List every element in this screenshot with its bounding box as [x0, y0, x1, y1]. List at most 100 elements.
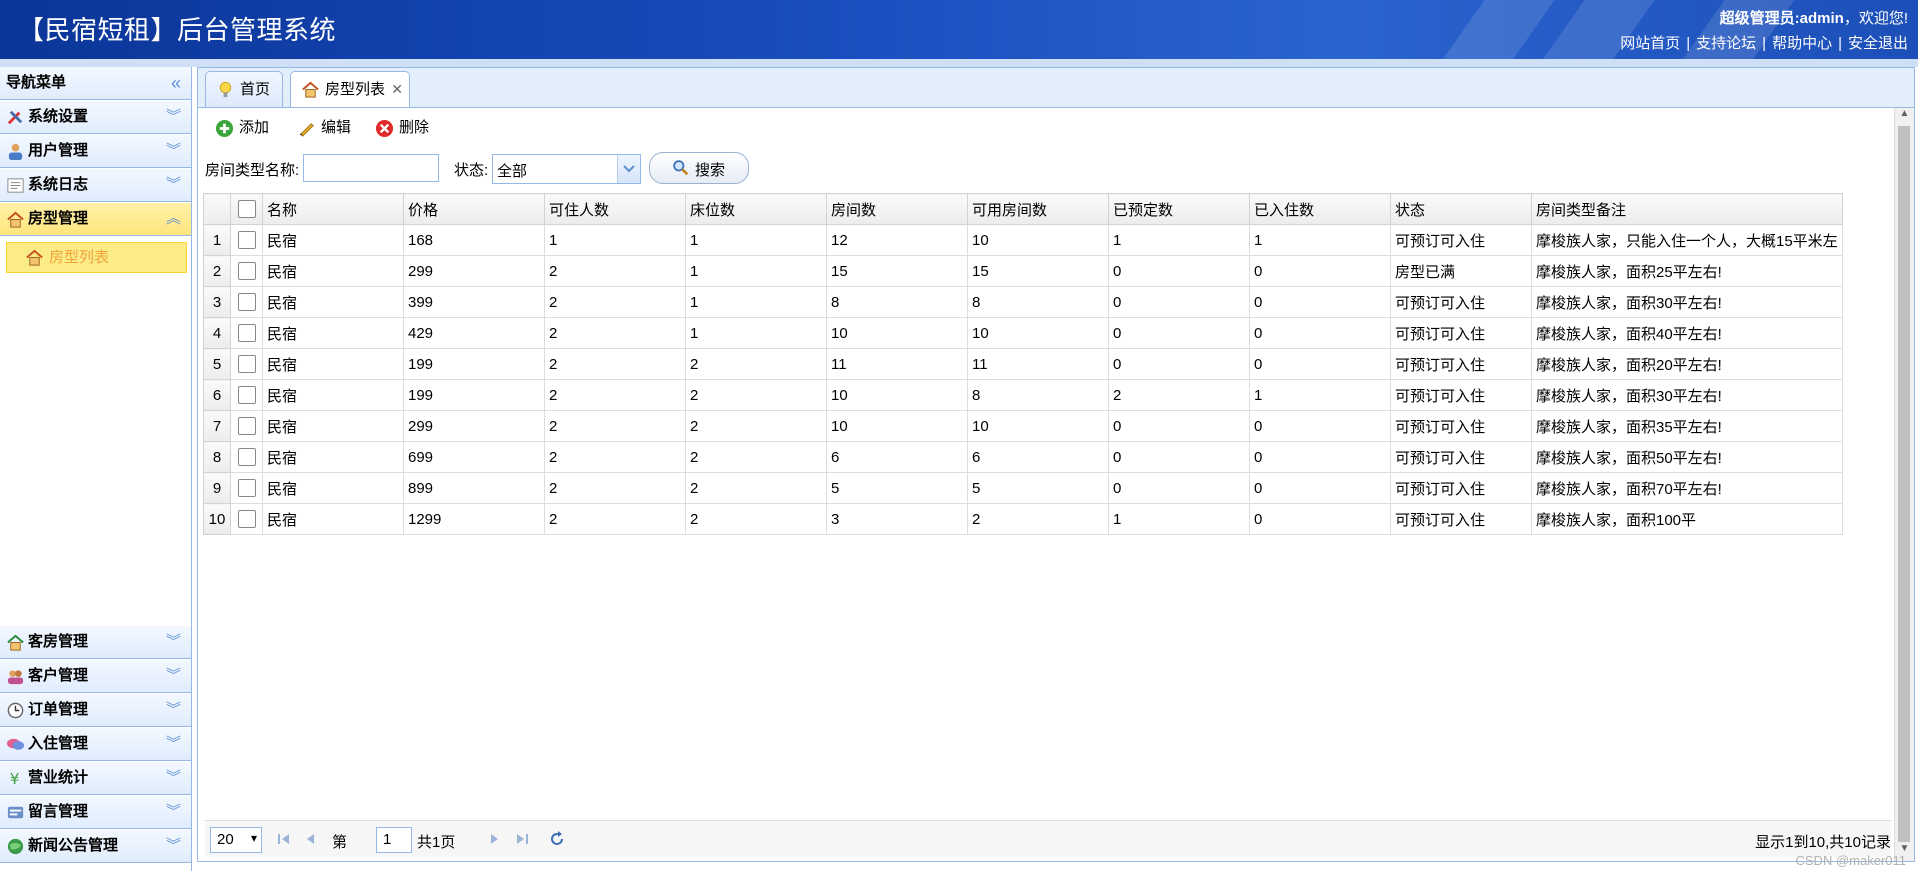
sidebar-item-system-settings[interactable]: 系统设置 ︾ [0, 101, 191, 134]
forum-link[interactable]: 支持论坛 [1696, 35, 1756, 52]
row-checkbox[interactable] [237, 231, 256, 250]
tab-label: 房型列表 [325, 81, 386, 98]
column-header[interactable]: 房间类型备注 [1531, 193, 1843, 225]
row-number: 6 [203, 379, 231, 411]
table-cell: 2 [544, 503, 686, 535]
column-header[interactable]: 状态 [1390, 193, 1532, 225]
column-header[interactable]: 名称 [262, 193, 404, 225]
tab-room-type-list[interactable]: 房型列表 ✕ [290, 71, 410, 108]
table-cell: 0 [1249, 410, 1391, 442]
table-cell: 3 [826, 503, 968, 535]
previous-page-icon[interactable] [302, 830, 320, 848]
delete-button[interactable]: 删除 [375, 115, 445, 141]
column-header[interactable]: 价格 [403, 193, 545, 225]
tab-strip: 首页 房型列表 ✕ [197, 67, 1915, 108]
close-icon[interactable]: ✕ [391, 72, 403, 107]
table-row[interactable]: 7 民宿 299 2 2 10 10 0 0 可预订可入住 摩梭族人家，面积35平左右! [203, 410, 1843, 442]
sidebar-item-room-type-management[interactable]: 房型管理 ︽ [0, 203, 191, 236]
search-button[interactable]: 搜索 [649, 152, 749, 184]
row-number: 1 [203, 224, 231, 256]
sidebar-item-checkin-management[interactable]: 入住管理 ︾ [0, 728, 191, 761]
table-row[interactable]: 4 民宿 429 2 1 10 10 0 0 可预订可入住 摩梭族人家，面积40平左右! [203, 317, 1843, 349]
row-checkbox[interactable] [237, 510, 256, 529]
first-page-icon[interactable] [275, 830, 293, 848]
chevron-up-icon: ︽ [165, 210, 181, 227]
select-all-checkbox[interactable] [237, 200, 256, 219]
svg-text:¥: ¥ [10, 770, 20, 788]
vertical-scrollbar[interactable]: ▲ ▼ [1894, 108, 1914, 861]
table-cell: 299 [403, 410, 545, 442]
table-cell: 8 [967, 379, 1109, 411]
table-row[interactable]: 5 民宿 199 2 2 11 11 0 0 可预订可入住 摩梭族人家，面积20平左右! [203, 348, 1843, 380]
row-checkbox-cell [230, 317, 263, 349]
column-header[interactable]: 可用房间数 [967, 193, 1109, 225]
column-header[interactable]: 已入住数 [1249, 193, 1391, 225]
sidebar-item-label: 营业统计 [28, 769, 89, 786]
row-checkbox[interactable] [237, 324, 256, 343]
row-number: 9 [203, 472, 231, 504]
scrollbar-thumb[interactable] [1898, 126, 1910, 842]
select-all-checkbox-cell [230, 193, 263, 225]
table-row[interactable]: 3 民宿 399 2 1 8 8 0 0 可预订可入住 摩梭族人家，面积30平左右! [203, 286, 1843, 318]
logout-link[interactable]: 安全退出 [1848, 35, 1908, 52]
header-divider [0, 59, 1918, 67]
table-cell: 1 [1108, 224, 1250, 256]
table-cell: 民宿 [262, 255, 404, 287]
page-size-select[interactable]: 20 ▾ [210, 827, 262, 853]
sidebar-item-order-management[interactable]: 订单管理 ︾ [0, 694, 191, 727]
tab-home[interactable]: 首页 [205, 71, 283, 107]
table-row[interactable]: 6 民宿 199 2 2 10 8 2 1 可预订可入住 摩梭族人家，面积30平左右! [203, 379, 1843, 411]
row-checkbox-cell [230, 224, 263, 256]
table-cell: 0 [1108, 255, 1250, 287]
row-checkbox[interactable] [237, 417, 256, 436]
add-button[interactable]: 添加 [215, 115, 285, 141]
page-number-input[interactable]: 1 [376, 827, 412, 853]
table-row[interactable]: 9 民宿 899 2 2 5 5 0 0 可预订可入住 摩梭族人家，面积70平左右! [203, 472, 1843, 504]
room-type-name-input[interactable] [303, 154, 439, 182]
sidebar-item-business-statistics[interactable]: ¥ 营业统计 ︾ [0, 762, 191, 795]
table-cell: 可预订可入住 [1390, 410, 1532, 442]
sidebar-item-label: 系统日志 [28, 176, 89, 193]
table-row[interactable]: 10 民宿 1299 2 2 3 2 1 0 可预订可入住 摩梭族人家，面积100平 [203, 503, 1843, 535]
sidebar-item-message-management[interactable]: 留言管理 ︾ [0, 796, 191, 829]
add-icon [215, 119, 234, 138]
column-header[interactable]: 床位数 [685, 193, 827, 225]
status-select[interactable]: 全部 [492, 154, 641, 184]
row-checkbox[interactable] [237, 448, 256, 467]
table-row[interactable]: 8 民宿 699 2 2 6 6 0 0 可预订可入住 摩梭族人家，面积50平左右! [203, 441, 1843, 473]
sidebar-subitem-room-type-list[interactable]: 房型列表 [6, 242, 187, 273]
home-site-link[interactable]: 网站首页 [1620, 35, 1680, 52]
column-header[interactable]: 可住人数 [544, 193, 686, 225]
row-checkbox[interactable] [237, 293, 256, 312]
welcome-text: 超级管理员:admin，欢迎您! [1720, 7, 1908, 28]
table-cell: 可预订可入住 [1390, 224, 1532, 256]
user-icon [8, 143, 23, 161]
edit-button[interactable]: 编辑 [297, 115, 367, 141]
row-checkbox[interactable] [237, 355, 256, 374]
table-cell: 0 [1108, 317, 1250, 349]
sidebar-item-user-management[interactable]: 用户管理 ︾ [0, 135, 191, 168]
last-page-icon[interactable] [513, 830, 531, 848]
table-cell: 6 [967, 441, 1109, 473]
refresh-icon[interactable] [548, 830, 566, 848]
sidebar-item-guest-room-management[interactable]: 客房管理 ︾ [0, 626, 191, 659]
table-row[interactable]: 1 民宿 168 1 1 12 10 1 1 可预订可入住 摩梭族人家，只能入住一个人，大概15平米… [203, 224, 1843, 256]
sidebar-item-news-management[interactable]: 新闻公告管理 ︾ [0, 830, 191, 863]
row-checkbox[interactable] [237, 479, 256, 498]
chevron-down-icon[interactable] [617, 155, 640, 183]
row-number: 5 [203, 348, 231, 380]
column-header[interactable]: 已预定数 [1108, 193, 1250, 225]
next-page-icon[interactable] [485, 830, 503, 848]
column-header[interactable]: 房间数 [826, 193, 968, 225]
yen-icon: ¥ [10, 770, 20, 788]
row-checkbox[interactable] [237, 386, 256, 405]
row-checkbox[interactable] [237, 262, 256, 281]
table-cell: 8 [967, 286, 1109, 318]
double-chevron-left-icon[interactable]: « [171, 67, 181, 99]
help-center-link[interactable]: 帮助中心 [1772, 35, 1832, 52]
sidebar-item-system-log[interactable]: 系统日志 ︾ [0, 169, 191, 202]
sidebar-item-customer-management[interactable]: 客户管理 ︾ [0, 660, 191, 693]
table-cell: 1 [685, 317, 827, 349]
scroll-up-arrow[interactable]: ▲ [1895, 108, 1914, 126]
table-row[interactable]: 2 民宿 299 2 1 15 15 0 0 房型已满 摩梭族人家，面积25平左右! [203, 255, 1843, 287]
